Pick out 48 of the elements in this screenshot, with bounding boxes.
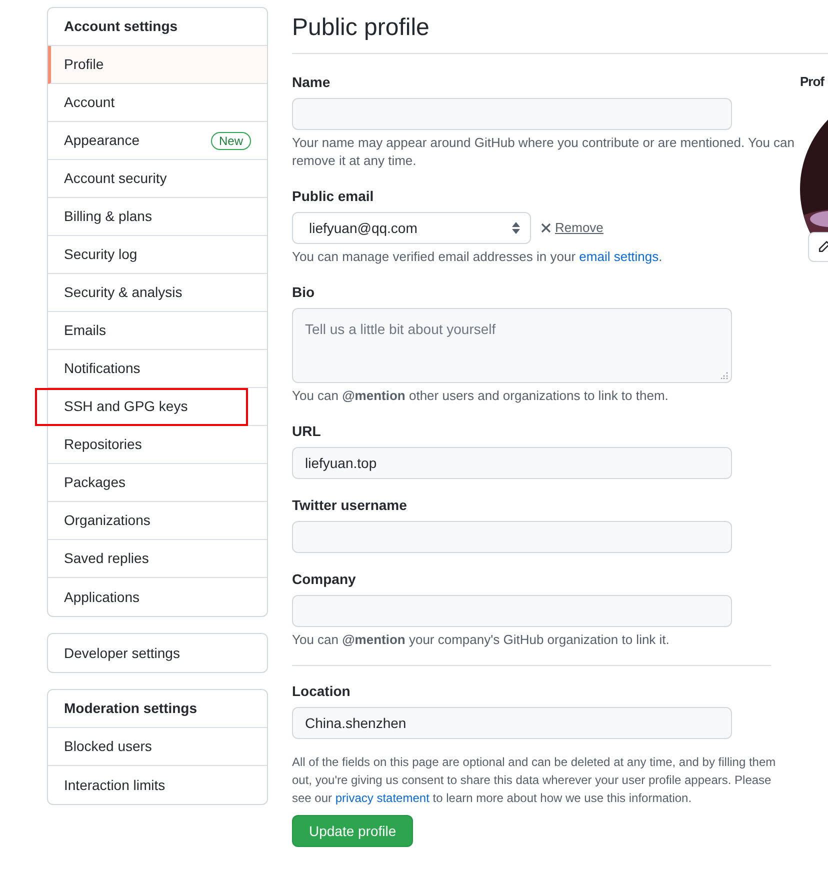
field-label: Company <box>292 570 357 589</box>
menu-item[interactable]: Security & analysis <box>48 274 267 312</box>
menu-item[interactable]: Developer settings <box>48 634 267 672</box>
menu-item[interactable]: Notifications <box>48 350 267 388</box>
text-input[interactable]: China.shenzhen <box>292 707 732 739</box>
menu-item[interactable]: Account security <box>48 160 267 198</box>
menu-item[interactable]: Emails <box>48 312 267 350</box>
menu-item[interactable]: Saved replies <box>48 540 267 578</box>
text-input[interactable]: liefyuan.top <box>292 447 732 479</box>
email-settings-link[interactable]: email settings <box>579 249 659 264</box>
text-input[interactable] <box>292 595 732 627</box>
menu-item[interactable]: Account <box>48 84 267 122</box>
menu-item[interactable]: Repositories <box>48 426 267 464</box>
close-icon <box>541 223 551 233</box>
field-label: URL <box>292 422 322 441</box>
menu-heading: Moderation settings <box>48 690 267 728</box>
field-hint: You can @mention your company's GitHub organization to link it. <box>292 631 670 649</box>
sort-arrows-icon <box>512 222 520 234</box>
field-hint: You can @mention other users and organizations to link to them. <box>292 387 670 405</box>
field-hint: You can manage verified email addresses in your email settings. <box>292 248 664 266</box>
field-hint: Your name may appear around GitHub where you contribute or are mentioned. You can remove it at any time. <box>292 134 796 170</box>
pencil-icon <box>817 240 828 254</box>
bio-textarea[interactable]: Tell us a little bit about yourself <box>292 308 732 383</box>
menu-item[interactable]: Applications <box>48 578 267 616</box>
new-badge: New <box>210 132 251 150</box>
field-label: Location <box>292 682 352 701</box>
menu-item[interactable]: Billing & plans <box>48 198 267 236</box>
privacy-note: All of the fields on this page are optional and can be deleted at any time, and by filling them out, you're giving us consent to share this data wherever your user profile appears. Please see our privacy statement to learn more about how we use this information. <box>292 754 777 807</box>
field-label: Name <box>292 73 332 92</box>
text-input[interactable] <box>292 521 732 553</box>
menu-item[interactable]: Interaction limits <box>48 766 267 804</box>
page-title: Public profile <box>292 7 828 54</box>
menu-item[interactable]: Blocked users <box>48 728 267 766</box>
privacy-statement-link[interactable]: privacy statement <box>335 791 430 805</box>
menu-item[interactable]: Organizations <box>48 502 267 540</box>
field-label: Public email <box>292 187 375 206</box>
field-label: Bio <box>292 283 316 302</box>
remove-button[interactable]: Remove <box>541 218 604 238</box>
text-input[interactable] <box>292 98 732 130</box>
menu-item[interactable]: SSH and GPG keys <box>48 388 267 426</box>
resize-grip-icon <box>721 372 728 379</box>
menu-item[interactable]: Security log <box>48 236 267 274</box>
menu-item[interactable]: Appearance New <box>48 122 267 160</box>
menu-item[interactable]: Profile <box>48 46 267 84</box>
email-select[interactable]: liefyuan@qq.com <box>292 212 531 244</box>
field-label: Twitter username <box>292 496 408 515</box>
menu-item[interactable]: Packages <box>48 464 267 502</box>
picture-label: Prof <box>800 73 824 91</box>
